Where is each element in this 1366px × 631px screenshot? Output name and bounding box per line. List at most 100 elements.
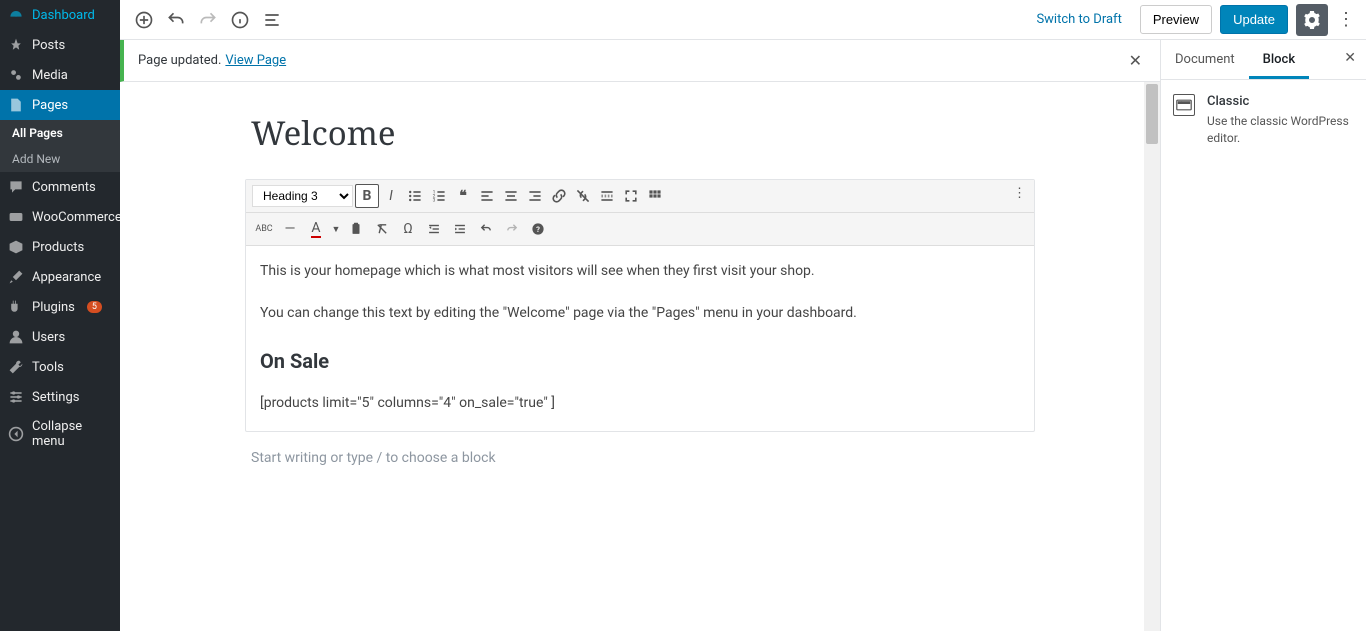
paste-text-button[interactable]	[344, 217, 368, 241]
page-title[interactable]: Welcome	[251, 100, 1035, 179]
scrollbar-thumb[interactable]	[1146, 84, 1158, 144]
align-right-button[interactable]	[523, 184, 547, 208]
format-select[interactable]: Heading 3	[252, 185, 353, 207]
menu-users[interactable]: Users	[0, 322, 120, 352]
tab-block[interactable]: Block	[1249, 40, 1309, 79]
settings-tabs: Document Block ✕	[1161, 40, 1366, 80]
menu-label: Appearance	[32, 270, 101, 285]
svg-text:3: 3	[433, 198, 436, 204]
clear-format-button[interactable]	[370, 217, 394, 241]
bullet-list-button[interactable]	[403, 184, 427, 208]
text-color-dropdown[interactable]: ▼	[330, 217, 342, 241]
woo-icon	[8, 209, 24, 225]
close-settings-button[interactable]: ✕	[1344, 50, 1356, 66]
info-button[interactable]	[226, 6, 254, 34]
blockquote-button[interactable]: ❝	[451, 184, 475, 208]
add-block-button[interactable]	[130, 6, 158, 34]
pin-icon	[8, 37, 24, 53]
menu-products[interactable]: Products	[0, 232, 120, 262]
align-left-button[interactable]	[475, 184, 499, 208]
block-info-panel: Classic Use the classic WordPress editor…	[1161, 80, 1366, 161]
classic-toolbar-row2: ABC — A ▼ Ω	[246, 213, 1034, 246]
more-tag-button[interactable]	[595, 184, 619, 208]
fullscreen-button[interactable]	[619, 184, 643, 208]
scrollbar-track[interactable]	[1144, 82, 1160, 631]
outdent-button[interactable]	[422, 217, 446, 241]
admin-sidebar: Dashboard Posts Media Pages All Pages Ad…	[0, 0, 120, 631]
classic-block[interactable]: Heading 3 B I 123 ❝	[245, 179, 1035, 432]
settings-icon	[8, 389, 24, 405]
menu-label: Comments	[32, 180, 96, 195]
classic-toolbar-row1: Heading 3 B I 123 ❝	[246, 180, 1034, 213]
undo-button[interactable]	[162, 6, 190, 34]
redo-button[interactable]	[194, 6, 222, 34]
menu-settings[interactable]: Settings	[0, 382, 120, 412]
menu-label: Plugins	[32, 300, 75, 315]
block-appender[interactable]: Start writing or type / to choose a bloc…	[245, 432, 1035, 484]
menu-label: Tools	[32, 360, 64, 375]
menu-woocommerce[interactable]: WooCommerce	[0, 202, 120, 232]
update-button[interactable]: Update	[1220, 5, 1288, 34]
menu-dashboard[interactable]: Dashboard	[0, 0, 120, 30]
plugin-icon	[8, 299, 24, 315]
switch-to-draft-button[interactable]: Switch to Draft	[1026, 6, 1131, 33]
help-button[interactable]: ?	[526, 217, 550, 241]
comment-icon	[8, 179, 24, 195]
tab-document[interactable]: Document	[1161, 40, 1249, 79]
submenu-all-pages[interactable]: All Pages	[0, 120, 120, 146]
block-description: Use the classic WordPress editor.	[1207, 113, 1354, 147]
special-char-button[interactable]: Ω	[396, 217, 420, 241]
menu-label: Products	[32, 240, 84, 255]
submenu-add-new[interactable]: Add New	[0, 146, 120, 172]
menu-comments[interactable]: Comments	[0, 172, 120, 202]
hr-button[interactable]: —	[278, 217, 302, 241]
menu-label: Settings	[32, 390, 79, 405]
preview-button[interactable]: Preview	[1140, 5, 1212, 34]
media-icon	[8, 67, 24, 83]
redo-editor-button[interactable]	[500, 217, 524, 241]
content-heading: On Sale	[260, 344, 1020, 378]
undo-editor-button[interactable]	[474, 217, 498, 241]
italic-button[interactable]: I	[379, 184, 403, 208]
editor-top-toolbar: Switch to Draft Preview Update ⋮	[120, 0, 1366, 40]
menu-label: Users	[32, 330, 65, 345]
classic-block-icon	[1173, 94, 1195, 116]
editor-canvas: Welcome Heading 3 B I 123 ❝	[120, 82, 1160, 631]
view-page-link[interactable]: View Page	[225, 53, 286, 68]
dashboard-icon	[8, 7, 24, 23]
menu-pages[interactable]: Pages	[0, 90, 120, 120]
menu-label: Pages	[32, 98, 68, 113]
menu-label: Media	[32, 68, 68, 83]
collapse-icon	[8, 426, 24, 442]
block-more-button[interactable]: ⋮	[1013, 186, 1026, 201]
more-menu-button[interactable]: ⋮	[1336, 9, 1356, 30]
content-shortcode: [products limit="5" columns="4" on_sale=…	[260, 392, 1020, 416]
outline-button[interactable]	[258, 6, 286, 34]
link-button[interactable]	[547, 184, 571, 208]
unlink-button[interactable]	[571, 184, 595, 208]
indent-button[interactable]	[448, 217, 472, 241]
menu-media[interactable]: Media	[0, 60, 120, 90]
menu-posts[interactable]: Posts	[0, 30, 120, 60]
strikethrough-button[interactable]: ABC	[252, 217, 276, 241]
text-color-button[interactable]: A	[304, 217, 328, 241]
tool-icon	[8, 359, 24, 375]
dismiss-notice-button[interactable]: ✕	[1125, 47, 1146, 74]
classic-content[interactable]: This is your homepage which is what most…	[246, 246, 1034, 431]
update-notice: Page updated. View Page ✕	[120, 40, 1160, 82]
product-icon	[8, 239, 24, 255]
numbered-list-button[interactable]: 123	[427, 184, 451, 208]
block-name: Classic	[1207, 94, 1354, 109]
align-center-button[interactable]	[499, 184, 523, 208]
toolbar-toggle-button[interactable]	[643, 184, 667, 208]
menu-tools[interactable]: Tools	[0, 352, 120, 382]
menu-appearance[interactable]: Appearance	[0, 262, 120, 292]
bold-button[interactable]: B	[355, 184, 379, 208]
notice-text: Page updated.	[138, 53, 221, 68]
menu-label: Dashboard	[32, 8, 95, 23]
menu-plugins[interactable]: Plugins 5	[0, 292, 120, 322]
page-icon	[8, 97, 24, 113]
menu-collapse[interactable]: Collapse menu	[0, 412, 120, 456]
settings-toggle-button[interactable]	[1296, 4, 1328, 36]
pages-submenu: All Pages Add New	[0, 120, 120, 172]
